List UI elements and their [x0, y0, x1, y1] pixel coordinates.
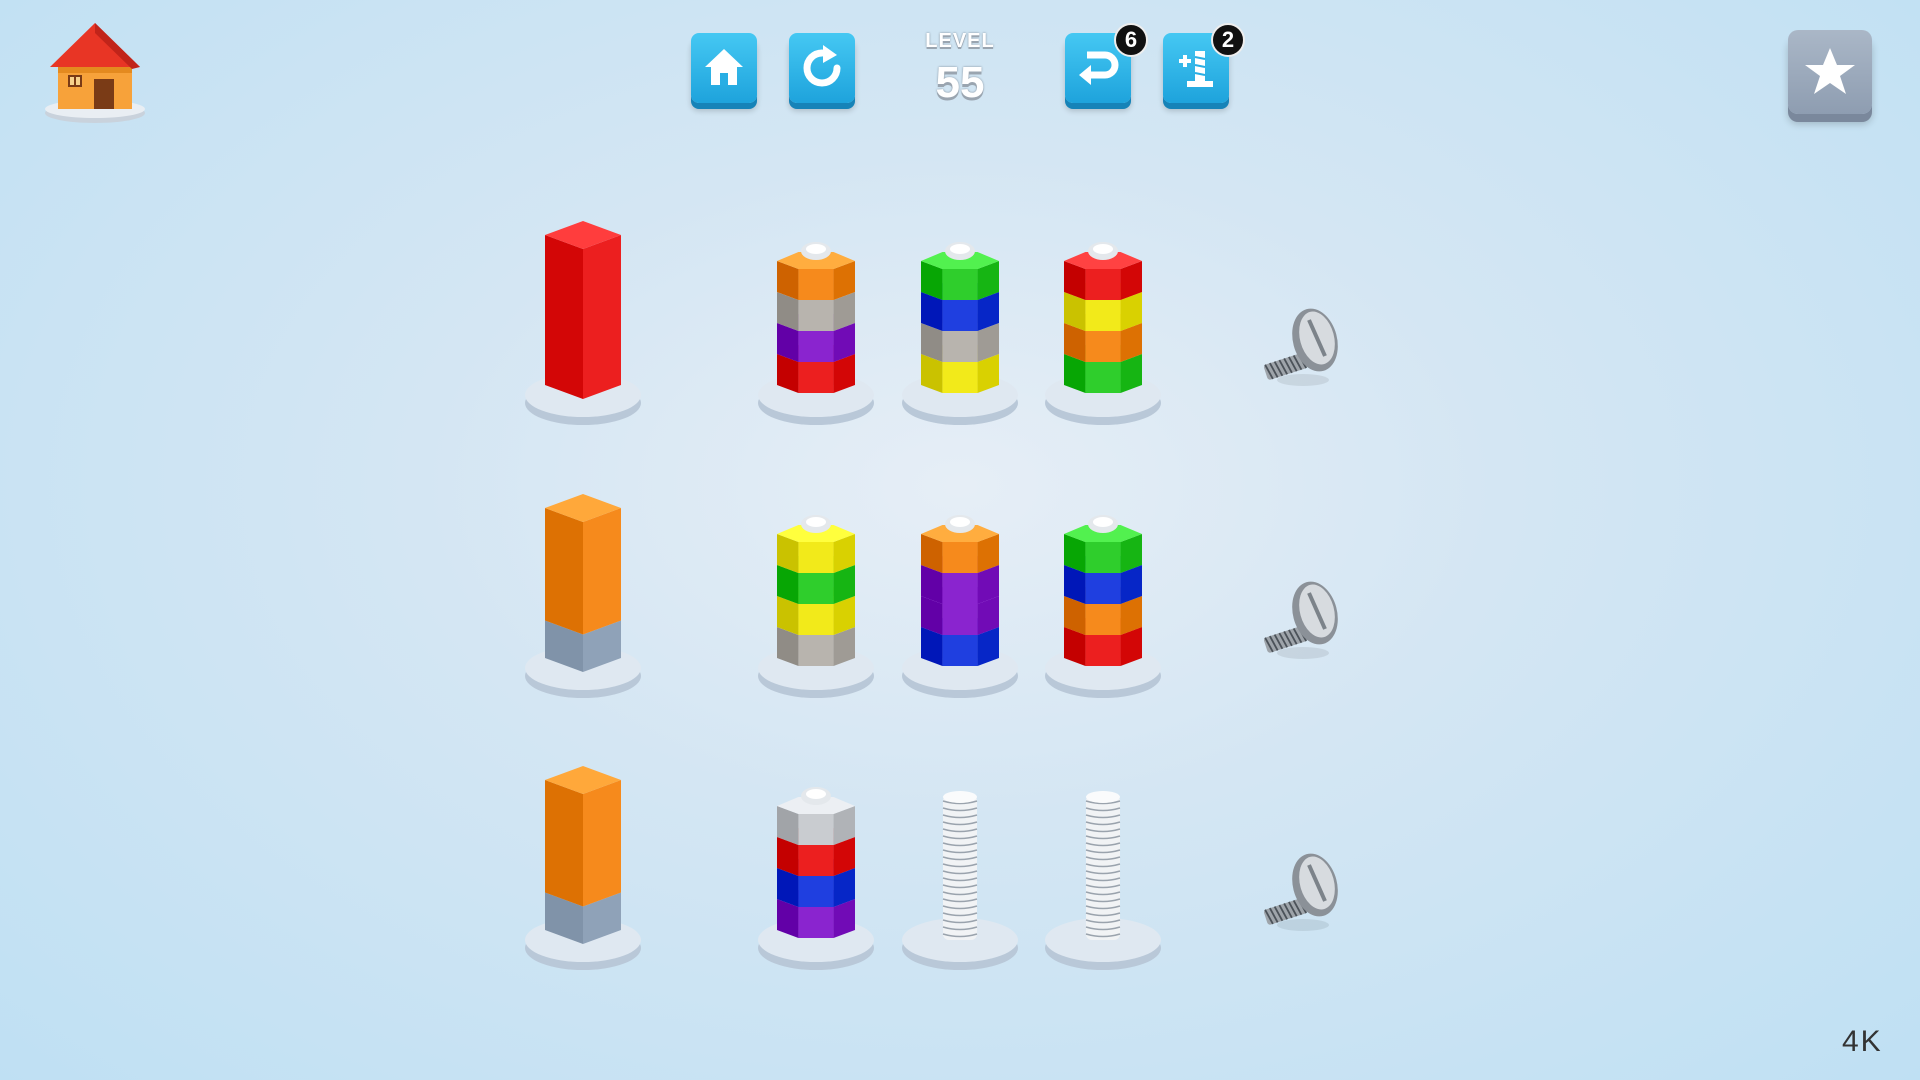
- board-row: [525, 494, 1344, 698]
- watermark-text: 4K: [1842, 1025, 1883, 1058]
- bolt-column[interactable]: [1045, 515, 1161, 698]
- target-column[interactable]: [545, 766, 621, 944]
- board-row: [525, 221, 1344, 425]
- empty-bolt-rod: [942, 791, 978, 940]
- empty-bolt-rod: [1085, 791, 1121, 940]
- bolt-column[interactable]: [758, 515, 874, 698]
- board-row: [525, 766, 1344, 970]
- screw-icon[interactable]: [1263, 576, 1344, 659]
- bolt-column[interactable]: [902, 242, 1018, 425]
- target-column[interactable]: [545, 494, 621, 672]
- target-column[interactable]: [545, 221, 621, 399]
- bolt-column[interactable]: [902, 515, 1018, 698]
- bolt-column[interactable]: [902, 791, 1018, 970]
- screw-icon[interactable]: [1263, 303, 1344, 386]
- bolt-column[interactable]: [1045, 242, 1161, 425]
- bolt-column[interactable]: [758, 242, 874, 425]
- screw-icon[interactable]: [1263, 848, 1344, 931]
- bolt-column[interactable]: [1045, 791, 1161, 970]
- bolt-column[interactable]: [758, 787, 874, 970]
- game-board: [525, 221, 1344, 970]
